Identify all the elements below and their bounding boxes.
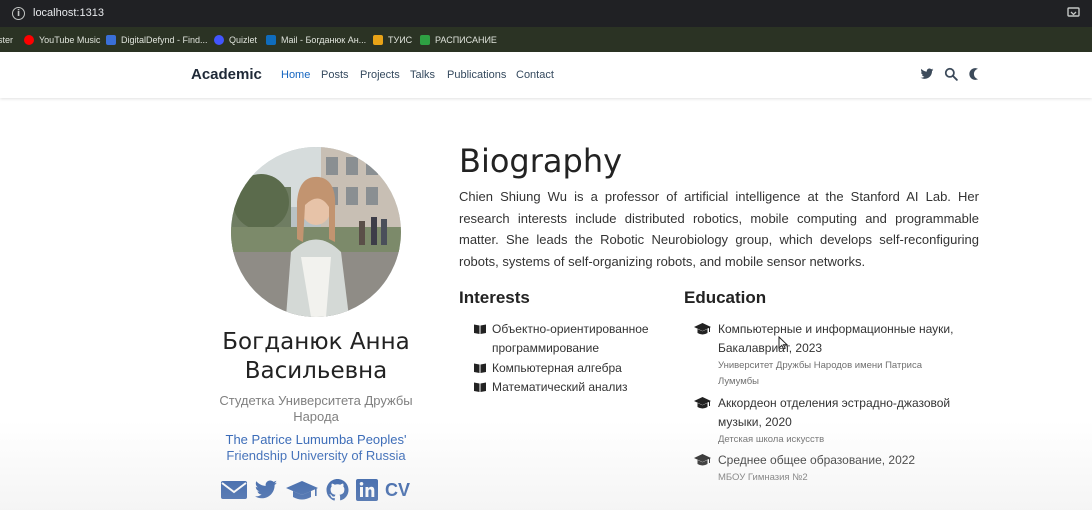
search-icon[interactable] <box>944 67 958 81</box>
profile-role: Студетка Университета Дружбы Народа <box>219 393 413 424</box>
cast-icon[interactable] <box>1067 7 1080 19</box>
avatar-photo <box>231 147 401 317</box>
book-icon <box>474 382 486 392</box>
biography-text: Chien Shiung Wu is a professor of artifi… <box>459 189 979 270</box>
nav-talks[interactable]: Talks <box>410 69 435 81</box>
twitter-icon[interactable] <box>253 478 279 502</box>
bookmark-quizlet[interactable]: Quizlet <box>214 32 257 47</box>
schedule-icon <box>420 34 430 45</box>
interest-item: Математический анализ <box>474 378 628 397</box>
education-item: Среднее общее образование, 2022 МБОУ Гим… <box>694 451 984 486</box>
bookmark-label: YouTube Music <box>39 34 101 45</box>
bookmark-tuis[interactable]: ТУИС <box>373 32 412 47</box>
interest-label: Математический анализ <box>492 380 628 394</box>
url-field[interactable]: localhost:1313 <box>33 7 104 19</box>
education-institution: МБОУ Гимназия №2 <box>718 472 808 483</box>
mouse-cursor-icon <box>778 336 788 350</box>
education-course: Среднее общее образование, 2022 <box>718 453 916 467</box>
graduation-cap-icon <box>694 323 711 335</box>
bookmark-label: ТУИС <box>388 34 413 45</box>
cv-icon[interactable]: CV <box>385 478 415 502</box>
site-brand[interactable]: Academic <box>191 66 262 83</box>
tuis-icon <box>373 34 383 45</box>
outlook-icon <box>266 34 276 45</box>
interest-label: Компьютерная алгебра <box>492 361 622 375</box>
nav-home[interactable]: Home <box>281 69 310 81</box>
profile-organization[interactable]: The Patrice Lumumba Peoples' Friendship … <box>196 432 436 464</box>
nav-contact[interactable]: Contact <box>516 69 554 81</box>
envelope-icon[interactable] <box>220 478 248 502</box>
education-course: Компьютерные и информационные науки, Бак… <box>718 322 954 355</box>
site-navbar: Academic Home Posts Projects Talks Publi… <box>0 52 1092 98</box>
bookmark-label: Mail - Богданюк Ан... <box>281 34 367 45</box>
youtube-music-icon <box>24 34 34 45</box>
bookmark-label: DigitalDefynd - Find... <box>121 34 208 45</box>
book-icon <box>474 324 486 334</box>
github-icon[interactable] <box>325 478 350 502</box>
quizlet-icon <box>214 34 224 45</box>
twitter-icon[interactable] <box>920 67 934 81</box>
bookmark-schedule[interactable]: РАСПИСАНИЕ <box>420 32 497 47</box>
browser-address-bar: i localhost:1313 <box>0 0 1092 27</box>
biography-title: Biography <box>459 142 623 180</box>
interest-label: Объектно-ориентированное программировани… <box>492 322 649 355</box>
graduation-cap-icon[interactable] <box>285 478 319 502</box>
interests-title: Interests <box>459 288 530 307</box>
bookmark-outlook-mail[interactable]: Mail - Богданюк Ан... <box>266 32 366 47</box>
education-title: Education <box>684 288 767 307</box>
nav-projects[interactable]: Projects <box>360 69 400 81</box>
interest-item: Объектно-ориентированное программировани… <box>474 320 674 358</box>
education-item: Компьютерные и информационные науки, Бак… <box>694 320 984 390</box>
graduation-cap-icon <box>694 454 711 466</box>
linkedin-icon[interactable] <box>355 478 379 502</box>
bookmark-label: РАСПИСАНИЕ <box>435 34 497 45</box>
profile-name: Богданюк Анна Васильевна <box>222 329 410 384</box>
bookmark-youtube-music[interactable]: YouTube Music <box>24 32 100 47</box>
nav-publications[interactable]: Publications <box>447 69 506 81</box>
bookmarks-bar: ster YouTube Music DigitalDefynd - Find.… <box>0 27 1092 52</box>
site-info-icon[interactable]: i <box>12 7 25 20</box>
cv-label: CV <box>385 479 411 500</box>
bookmark-label: Quizlet <box>229 34 258 45</box>
bookmark-label: ster <box>0 34 14 45</box>
book-icon <box>474 363 486 373</box>
digitaldefynd-icon <box>106 34 116 45</box>
education-institution: Детская школа искусств <box>718 434 825 445</box>
bookmark-digitaldefynd[interactable]: DigitalDefynd - Find... <box>106 32 208 47</box>
graduation-cap-icon <box>694 397 711 409</box>
interest-item: Компьютерная алгебра <box>474 359 622 378</box>
bookmark-item[interactable]: ster <box>0 32 13 47</box>
education-item: Аккордеон отделения эстрадно-джазовой му… <box>694 394 974 448</box>
education-course: Аккордеон отделения эстрадно-джазовой му… <box>718 396 951 429</box>
moon-icon[interactable] <box>967 67 981 81</box>
education-institution: Университет Дружбы Народов имени Патриса… <box>718 360 922 387</box>
nav-posts[interactable]: Posts <box>321 69 349 81</box>
profile-avatar <box>231 147 401 317</box>
